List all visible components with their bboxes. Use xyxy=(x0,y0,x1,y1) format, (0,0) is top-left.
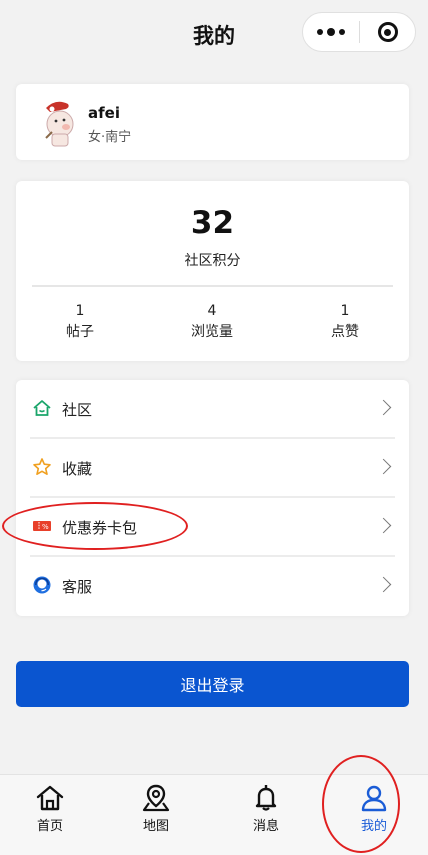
stat-value: 4 xyxy=(207,303,217,319)
home-icon xyxy=(33,400,51,416)
menu-item-community[interactable]: 社区 xyxy=(16,380,409,439)
chevron-right-icon xyxy=(375,576,392,593)
star-icon xyxy=(33,458,51,475)
username: afei xyxy=(88,104,120,122)
tab-messages[interactable]: 消息 xyxy=(226,783,306,834)
user-icon xyxy=(361,785,387,812)
tab-label: 我的 xyxy=(360,819,387,834)
menu-item-label: 社区 xyxy=(62,401,93,419)
svg-text:%: % xyxy=(42,523,49,531)
menu-item-customer-service[interactable]: 客服 xyxy=(16,557,409,616)
community-score-value: 32 xyxy=(190,205,235,241)
dot-icon xyxy=(317,29,323,35)
nav-bar: 我的 xyxy=(0,0,428,66)
divider xyxy=(32,285,393,287)
tab-label: 首页 xyxy=(36,819,63,834)
support-icon xyxy=(33,576,51,594)
menu-item-favorites[interactable]: 收藏 xyxy=(16,439,409,498)
profile-card[interactable]: afei 女·南宁 xyxy=(16,84,409,160)
logout-button[interactable]: 退出登录 xyxy=(16,661,409,707)
tab-map[interactable]: 地图 xyxy=(116,783,196,834)
target-icon xyxy=(377,22,398,42)
menu-item-label: 优惠券卡包 xyxy=(62,519,138,537)
coupon-icon: % xyxy=(33,521,51,531)
menu-item-label: 收藏 xyxy=(62,460,93,478)
stat-value: 1 xyxy=(340,303,350,319)
menu-item-coupons[interactable]: % 优惠券卡包 xyxy=(16,498,409,557)
more-button[interactable] xyxy=(303,13,359,51)
tab-home[interactable]: 首页 xyxy=(10,783,90,834)
mini-program-capsule xyxy=(302,12,416,52)
avatar xyxy=(45,101,74,147)
stat-value: 1 xyxy=(75,303,85,319)
user-gender-location: 女·南宁 xyxy=(88,130,132,145)
menu-item-label: 客服 xyxy=(62,578,93,596)
stat-label: 浏览量 xyxy=(191,324,233,340)
bell-icon xyxy=(255,785,277,811)
dot-icon xyxy=(327,28,335,36)
stat-posts[interactable]: 1 帖子 xyxy=(30,303,130,341)
tab-bar: 首页 地图 消息 我的 xyxy=(0,774,428,855)
menu-card: 社区 收藏 % 优惠券卡包 客服 xyxy=(16,380,409,616)
close-mini-program-button[interactable] xyxy=(360,13,415,51)
community-score-label: 社区积分 xyxy=(184,253,241,269)
tab-mine[interactable]: 我的 xyxy=(334,783,414,834)
stat-likes[interactable]: 1 点赞 xyxy=(295,303,395,341)
stat-views[interactable]: 4 浏览量 xyxy=(162,303,262,341)
tab-label: 消息 xyxy=(252,819,279,834)
home-icon xyxy=(36,785,64,811)
stat-label: 帖子 xyxy=(66,324,94,340)
chevron-right-icon xyxy=(375,517,392,534)
tab-label: 地图 xyxy=(142,819,169,834)
dot-icon xyxy=(339,29,345,35)
chevron-right-icon xyxy=(375,458,392,475)
stats-card: 32 社区积分 1 帖子 4 浏览量 1 点赞 xyxy=(16,181,409,361)
stat-label: 点赞 xyxy=(331,324,359,340)
chevron-right-icon xyxy=(375,399,392,416)
map-pin-icon xyxy=(142,784,170,812)
